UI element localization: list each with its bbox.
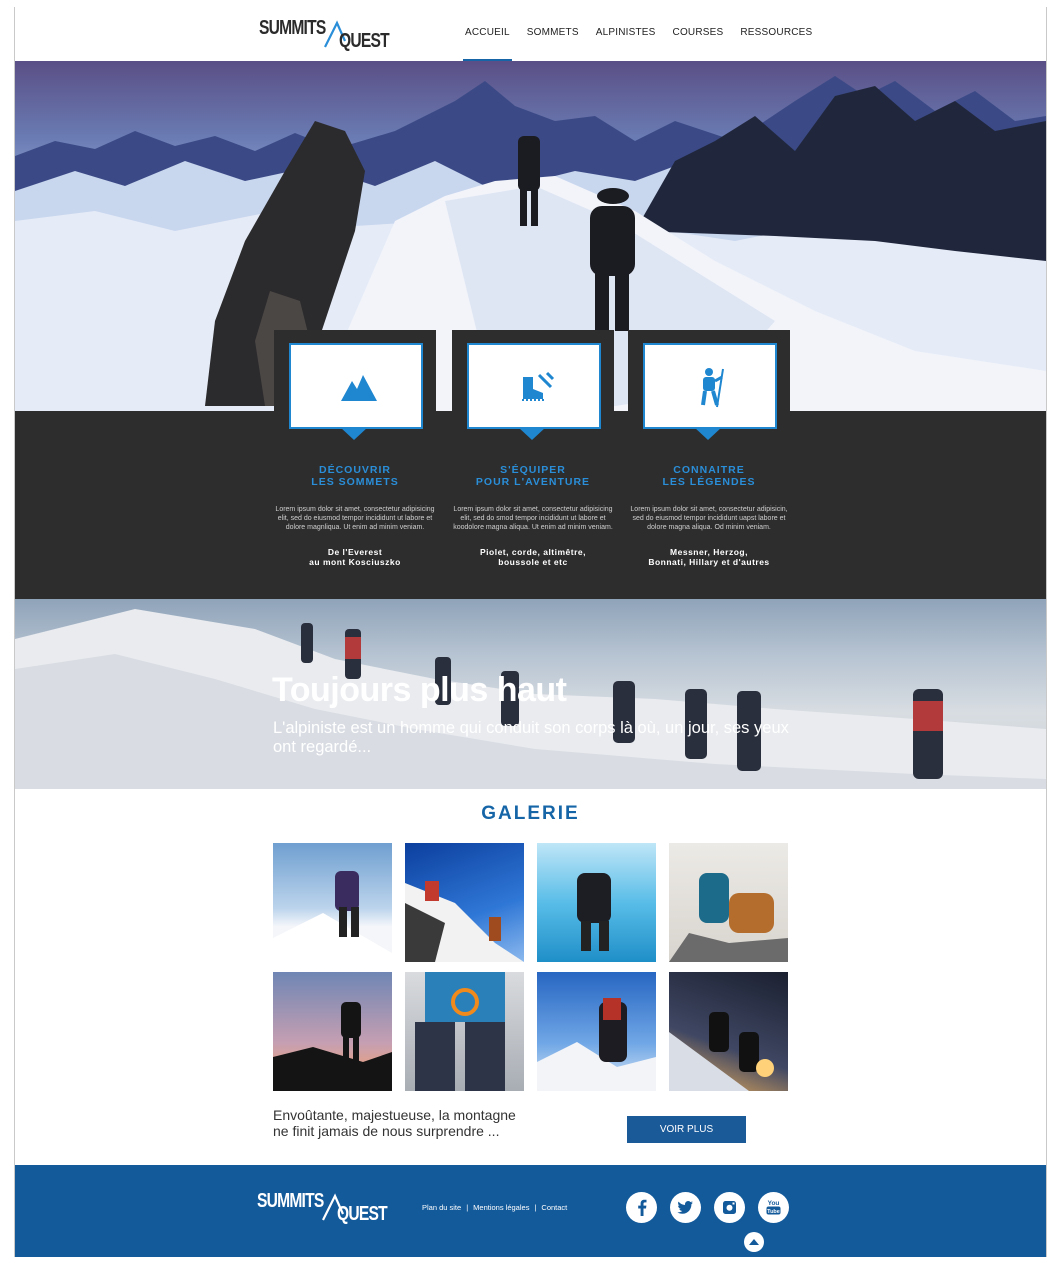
youtube-label-you: You (768, 1200, 780, 1207)
main-nav: ACCUEIL SOMMETS ALPINISTES COURSES RESSO… (463, 27, 812, 61)
logo-word-summits: SUMMITS (257, 1190, 324, 1212)
gallery-title: GALERIE (481, 803, 580, 824)
gallery-photo-1[interactable] (273, 843, 392, 962)
footer-link-contact[interactable]: Contact (541, 1203, 567, 1212)
footer-logo[interactable]: SUMMITS QUEST (257, 1186, 397, 1226)
banner-quote: L'alpiniste est un homme qui conduit son… (273, 719, 789, 756)
feature-title: CONNAITRE LES LÉGENDES (662, 464, 756, 488)
mountain-icon (341, 375, 377, 401)
logo-word-quest: QUEST (339, 30, 390, 52)
feature-title: DÉCOUVRIR LES SOMMETS (311, 464, 399, 488)
gallery-photo-2[interactable] (405, 843, 524, 962)
feature-card-equipement[interactable]: S'ÉQUIPER POUR L'AVENTURE Lorem ipsum do… (452, 330, 614, 580)
footer-links: Plan du site | Mentions légales | Contact (422, 1203, 568, 1212)
gallery-photo-5[interactable] (273, 972, 392, 1091)
gallery-photo-6[interactable] (405, 972, 524, 1091)
site-header: SUMMITS QUEST ACCUEIL SOMMETS ALPINISTES… (15, 7, 1046, 61)
logo-word-quest: QUEST (337, 1203, 388, 1225)
gallery-photo-8[interactable] (669, 972, 788, 1091)
gallery-photo-7[interactable] (537, 972, 656, 1091)
youtube-icon[interactable]: You Tube (758, 1192, 789, 1223)
page-frame: SUMMITS QUEST ACCUEIL SOMMETS ALPINISTES… (14, 7, 1047, 1257)
gallery-tagline: Envoûtante, majestueuse, la montagne ne … (273, 1107, 516, 1139)
feature-subtitle: Piolet, corde, altimêtre, boussole et et… (479, 547, 587, 567)
feature-text: Lorem ipsum dolor sit amet, consectetur … (453, 506, 613, 531)
boot-ice-axe-icon (522, 371, 555, 401)
feature-text: Lorem ipsum dolor sit amet, consectetur … (275, 506, 435, 531)
feature-icon-box (643, 343, 777, 429)
feature-icon-box (467, 343, 601, 429)
logo-word-summits: SUMMITS (259, 17, 326, 39)
youtube-label-tube: Tube (767, 1209, 780, 1215)
gallery-photo-4[interactable] (669, 843, 788, 962)
twitter-icon[interactable] (670, 1192, 701, 1223)
feature-text: Lorem ipsum dolor sit amet, consectetur … (630, 506, 788, 531)
nav-sommets[interactable]: SOMMETS (527, 27, 579, 61)
voir-plus-button[interactable]: VOIR PLUS (627, 1116, 746, 1143)
feature-title: S'ÉQUIPER POUR L'AVENTURE (475, 464, 591, 488)
feature-subtitle: De l'Everest au mont Kosciuszko (309, 547, 401, 567)
feature-card-sommets[interactable]: DÉCOUVRIR LES SOMMETS Lorem ipsum dolor … (274, 330, 436, 580)
back-to-top-button[interactable] (744, 1232, 764, 1252)
footer-link-mentions[interactable]: Mentions légales (473, 1203, 529, 1212)
feature-card-legendes[interactable]: CONNAITRE LES LÉGENDES Lorem ipsum dolor… (628, 330, 790, 580)
footer-link-plan[interactable]: Plan du site (422, 1203, 461, 1212)
instagram-icon[interactable] (714, 1192, 745, 1223)
facebook-icon[interactable] (626, 1192, 657, 1223)
nav-accueil[interactable]: ACCUEIL (463, 27, 512, 61)
banner-headline: Toujours plus haut (272, 671, 567, 709)
feature-icon-box (289, 343, 423, 429)
quote-banner: Toujours plus haut L'alpiniste est un ho… (15, 599, 1046, 789)
site-logo[interactable]: SUMMITS QUEST (259, 13, 399, 53)
nav-alpinistes[interactable]: ALPINISTES (596, 27, 656, 61)
nav-ressources[interactable]: RESSOURCES (740, 27, 812, 61)
chevron-up-icon (749, 1239, 759, 1245)
feature-subtitle: Messner, Herzog, Bonnati, Hillary et d'a… (648, 547, 770, 567)
nav-courses[interactable]: COURSES (673, 27, 724, 61)
climber-icon (701, 368, 724, 408)
gallery-photo-3[interactable] (537, 843, 656, 962)
